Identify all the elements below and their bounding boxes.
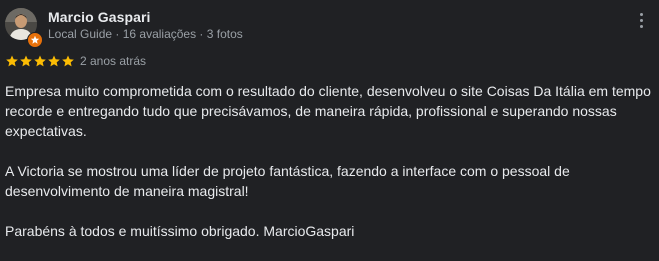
star-icon — [20, 55, 32, 67]
star-icon — [62, 55, 74, 67]
review-card: Marcio Gaspari Local Guide · 16 avaliaçõ… — [0, 0, 659, 252]
local-guide-badge-icon — [27, 32, 43, 48]
review-paragraph: Parabéns à todos e muitíssimo obrigado. … — [5, 223, 355, 239]
review-date: 2 anos atrás — [80, 54, 147, 68]
more-vertical-icon — [639, 13, 643, 16]
star-icon — [34, 55, 46, 67]
more-vertical-icon-dot — [639, 25, 643, 28]
star-icon — [6, 55, 18, 67]
review-text: Empresa muito comprometida com o resulta… — [5, 81, 655, 261]
review-paragraph: Empresa muito comprometida com o resulta… — [5, 83, 651, 139]
reviewer-meta[interactable]: Local Guide · 16 avaliações · 3 fotos — [48, 27, 243, 41]
more-options-button[interactable] — [634, 10, 648, 32]
more-vertical-icon-dot — [639, 19, 643, 22]
avatar[interactable] — [5, 8, 43, 48]
star-rating — [5, 54, 75, 68]
review-paragraph: A Victoria se mostrou uma líder de proje… — [5, 163, 570, 199]
star-icon — [48, 55, 60, 67]
reviewer-name[interactable]: Marcio Gaspari — [48, 9, 151, 25]
